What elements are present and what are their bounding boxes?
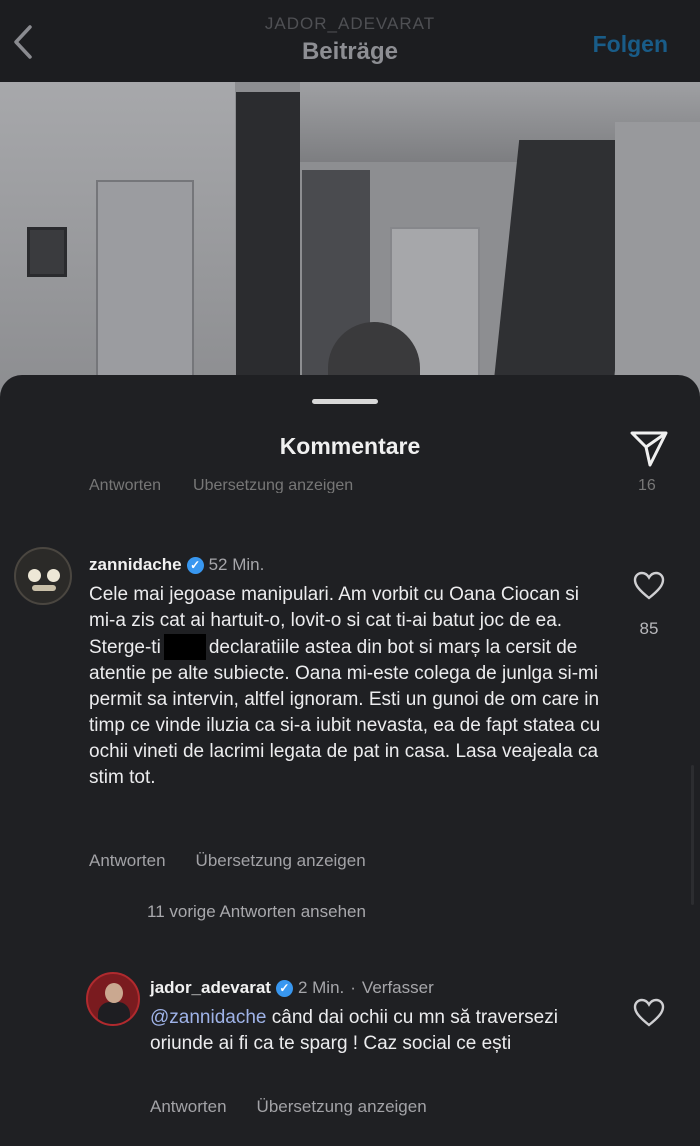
scrollbar[interactable] [691, 765, 694, 905]
comment-username[interactable]: jador_adevarat [150, 978, 271, 998]
previous-like-count: 16 [638, 479, 656, 493]
avatar-mouth [32, 585, 56, 591]
comment-time: 2 Min. [297, 978, 345, 997]
translate-link[interactable]: Übersetzung anzeigen [257, 1097, 427, 1116]
avatar-face [105, 983, 123, 1003]
avatar[interactable] [14, 547, 72, 605]
comment-username[interactable]: zannidache [89, 555, 182, 575]
post-image[interactable] [0, 82, 700, 402]
mention-link[interactable]: @zannidache [150, 1007, 266, 1028]
reply-link[interactable]: Antworten [150, 1097, 227, 1116]
image-right-wall [615, 122, 700, 402]
comments-sheet: Kommentare Antworten Übersetzung anzeigen… [0, 375, 700, 1146]
separator-dot: · [350, 978, 356, 997]
like-count: 85 [639, 619, 659, 638]
redaction-block [163, 634, 206, 660]
comment-text: @zannidache când dai ochii cu mn să trav… [150, 1005, 570, 1057]
sheet-drag-handle[interactable] [312, 399, 378, 404]
author-label: Verfasser [361, 978, 434, 997]
heart-icon [633, 998, 665, 1027]
reply-link[interactable]: Antworten [89, 851, 166, 870]
sheet-title: Kommentare [279, 433, 421, 459]
translate-link[interactable]: Übersetzung anzeigen [193, 479, 353, 493]
translate-link[interactable]: Übersetzung anzeigen [196, 851, 366, 870]
comment-meta: zannidache ✓ 52 Min. [89, 555, 264, 575]
image-frame [27, 227, 67, 277]
like-button[interactable] [633, 571, 665, 601]
share-button[interactable] [628, 427, 670, 469]
comment-actions: Antworten Übersetzung anzeigen [150, 1097, 457, 1117]
avatar-eye [28, 569, 41, 582]
heart-icon [633, 571, 665, 600]
avatar-eye [47, 569, 60, 582]
comment-meta: jador_adevarat ✓ 2 Min. · Verfasser [150, 978, 434, 998]
reply-link[interactable]: Antworten [89, 479, 161, 493]
view-more-replies-link[interactable]: 11 vorige Antworten ansehen [147, 902, 366, 922]
verified-badge-icon: ✓ [186, 556, 204, 574]
follow-button[interactable]: Folgen [593, 31, 668, 58]
comment-actions: Antworten Übersetzung anzeigen [89, 851, 396, 871]
comment-text: Cele mai jegoase manipulari. Am vorbit c… [89, 582, 609, 791]
previous-comment-actions: Antworten Übersetzung anzeigen [89, 479, 385, 493]
avatar[interactable] [86, 972, 140, 1026]
send-icon [630, 431, 668, 467]
top-bar: JADOR_ADEVARAT Beiträge Folgen [0, 0, 700, 82]
image-pillar [236, 92, 300, 402]
comment-time: 52 Min. [208, 555, 265, 574]
avatar-body [98, 1002, 130, 1024]
like-button[interactable] [633, 998, 665, 1028]
verified-badge-icon: ✓ [275, 979, 293, 997]
image-door [96, 180, 194, 402]
